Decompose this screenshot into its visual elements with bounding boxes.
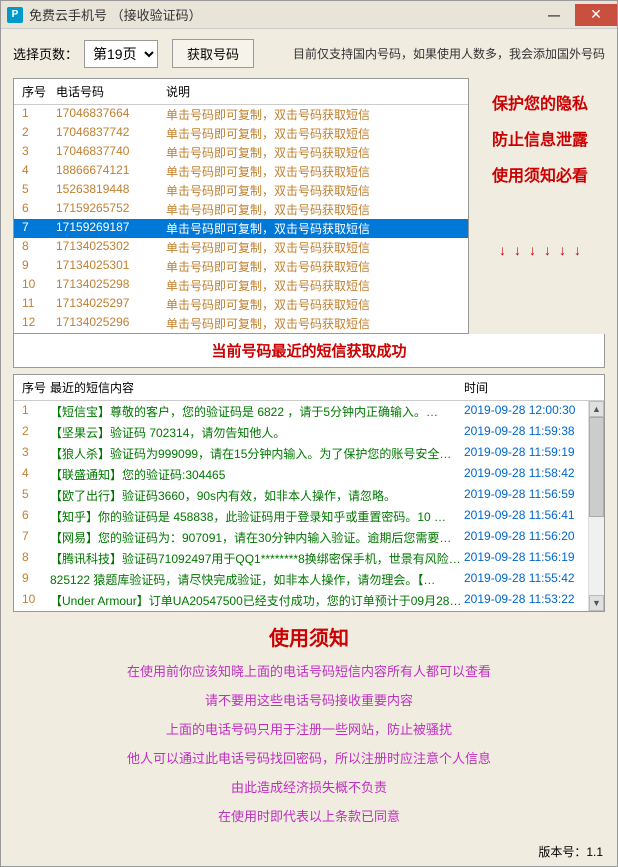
- arrow-down-icon: ↓: [574, 242, 581, 258]
- phone-row[interactable]: 1217134025296单击号码即可复制，双击号码获取短信: [14, 314, 468, 333]
- sms-header-seq[interactable]: 序号: [14, 379, 50, 396]
- instructions: 使用须知 在使用前你应该知晓上面的电话号码短信内容所有人都可以查看请不要用这些电…: [1, 612, 617, 841]
- status-bar: 当前号码最近的短信获取成功: [13, 334, 605, 368]
- phone-row[interactable]: 217046837742单击号码即可复制，双击号码获取短信: [14, 124, 468, 143]
- scroll-thumb[interactable]: [589, 417, 604, 517]
- phone-row[interactable]: 1017134025298单击号码即可复制，双击号码获取短信: [14, 276, 468, 295]
- phone-row[interactable]: 717159269187单击号码即可复制，双击号码获取短信: [14, 219, 468, 238]
- phone-row[interactable]: 917134025301单击号码即可复制，双击号码获取短信: [14, 257, 468, 276]
- arrow-down-icon: ↓: [499, 242, 506, 258]
- sms-row[interactable]: 4【联盛通知】您的验证码:3044652019-09-28 11:58:42: [14, 464, 604, 485]
- sms-row[interactable]: 10【Under Armour】订单UA20547500已经支付成功，您的订单预…: [14, 590, 604, 611]
- toolbar-notice: 目前仅支持国内号码，如果使用人数多，我会添加国外号码: [293, 45, 605, 62]
- sms-row[interactable]: 1【短信宝】尊敬的客户，您的验证码是 6822 ，请于5分钟内正确输入。…201…: [14, 401, 604, 422]
- sms-header-time[interactable]: 时间: [464, 379, 604, 396]
- instruction-line: 上面的电话号码只用于注册一些网站，防止被骚扰: [21, 719, 597, 738]
- phone-row[interactable]: 317046837740单击号码即可复制，双击号码获取短信: [14, 143, 468, 162]
- sms-row[interactable]: 8【腾讯科技】验证码71092497用于QQ1********8换绑密保手机，世…: [14, 548, 604, 569]
- phone-row[interactable]: 515263819448单击号码即可复制，双击号码获取短信: [14, 181, 468, 200]
- scrollbar[interactable]: ▲ ▼: [588, 401, 604, 611]
- instruction-line: 在使用前你应该知晓上面的电话号码短信内容所有人都可以查看: [21, 661, 597, 680]
- phone-table: 序号 电话号码 说明 117046837664单击号码即可复制，双击号码获取短信…: [13, 78, 469, 334]
- minimize-button[interactable]: —: [533, 4, 575, 26]
- phone-row[interactable]: 617159265752单击号码即可复制，双击号码获取短信: [14, 200, 468, 219]
- sms-row[interactable]: 5【欧了出行】验证码3660，90s内有效，如非本人操作，请忽略。2019-09…: [14, 485, 604, 506]
- col-header-desc[interactable]: 说明: [166, 83, 468, 100]
- fetch-number-button[interactable]: 获取号码: [172, 39, 254, 68]
- scroll-up-button[interactable]: ▲: [589, 401, 604, 417]
- sms-row[interactable]: 7【网易】您的验证码为：907091，请在30分钟内输入验证。逾期后您需要…20…: [14, 527, 604, 548]
- instruction-line: 在使用时即代表以上条款已同意: [21, 806, 597, 825]
- arrow-down-icon: ↓: [514, 242, 521, 258]
- instruction-line: 他人可以通过此电话号码找回密码，所以注册时应注意个人信息: [21, 748, 597, 767]
- arrow-down-icon: ↓: [544, 242, 551, 258]
- titlebar: P 免费云手机号 （接收验证码） — ✕: [1, 1, 617, 29]
- sms-row[interactable]: 3【狼人杀】验证码为999099，请在15分钟内输入。为了保护您的账号安全…20…: [14, 443, 604, 464]
- app-icon: P: [7, 7, 23, 23]
- arrow-down-icon: ↓: [559, 242, 566, 258]
- page-select[interactable]: 第19页: [84, 40, 158, 68]
- phone-row[interactable]: 1117134025297单击号码即可复制，双击号码获取短信: [14, 295, 468, 314]
- side-panel: 保护您的隐私 防止信息泄露 使用须知必看 ↓ ↓ ↓ ↓ ↓ ↓: [475, 78, 605, 334]
- instruction-line: 请不要用这些电话号码接收重要内容: [21, 690, 597, 709]
- col-header-seq[interactable]: 序号: [14, 83, 56, 100]
- page-label: 选择页数：: [13, 44, 78, 63]
- scroll-down-button[interactable]: ▼: [589, 595, 604, 611]
- arrow-down-icon: ↓: [529, 242, 536, 258]
- instructions-title: 使用须知: [21, 622, 597, 651]
- sms-row[interactable]: 6【知乎】你的验证码是 458838，此验证码用于登录知乎或重置密码。10 …2…: [14, 506, 604, 527]
- sms-header-content[interactable]: 最近的短信内容: [50, 379, 464, 396]
- side-line-3: 使用须知必看: [492, 162, 588, 186]
- arrows: ↓ ↓ ↓ ↓ ↓ ↓: [499, 242, 581, 258]
- sms-row[interactable]: 2【坚果云】验证码 702314，请勿告知他人。2019-09-28 11:59…: [14, 422, 604, 443]
- sms-row[interactable]: 9825122 猿题库验证码，请尽快完成验证，如非本人操作，请勿理会。【…201…: [14, 569, 604, 590]
- phone-row[interactable]: 817134025302单击号码即可复制，双击号码获取短信: [14, 238, 468, 257]
- side-line-1: 保护您的隐私: [492, 90, 588, 114]
- toolbar: 选择页数： 第19页 获取号码 目前仅支持国内号码，如果使用人数多，我会添加国外…: [1, 29, 617, 78]
- col-header-phone[interactable]: 电话号码: [56, 83, 166, 100]
- instruction-line: 由此造成经济损失概不负责: [21, 777, 597, 796]
- side-line-2: 防止信息泄露: [492, 126, 588, 150]
- window-title: 免费云手机号 （接收验证码）: [29, 5, 202, 24]
- phone-row[interactable]: 117046837664单击号码即可复制，双击号码获取短信: [14, 105, 468, 124]
- sms-table: 序号 最近的短信内容 时间 1【短信宝】尊敬的客户，您的验证码是 6822 ，请…: [13, 374, 605, 612]
- close-button[interactable]: ✕: [575, 4, 617, 26]
- version-label: 版本号：1.1: [538, 843, 603, 860]
- phone-row[interactable]: 418866674121单击号码即可复制，双击号码获取短信: [14, 162, 468, 181]
